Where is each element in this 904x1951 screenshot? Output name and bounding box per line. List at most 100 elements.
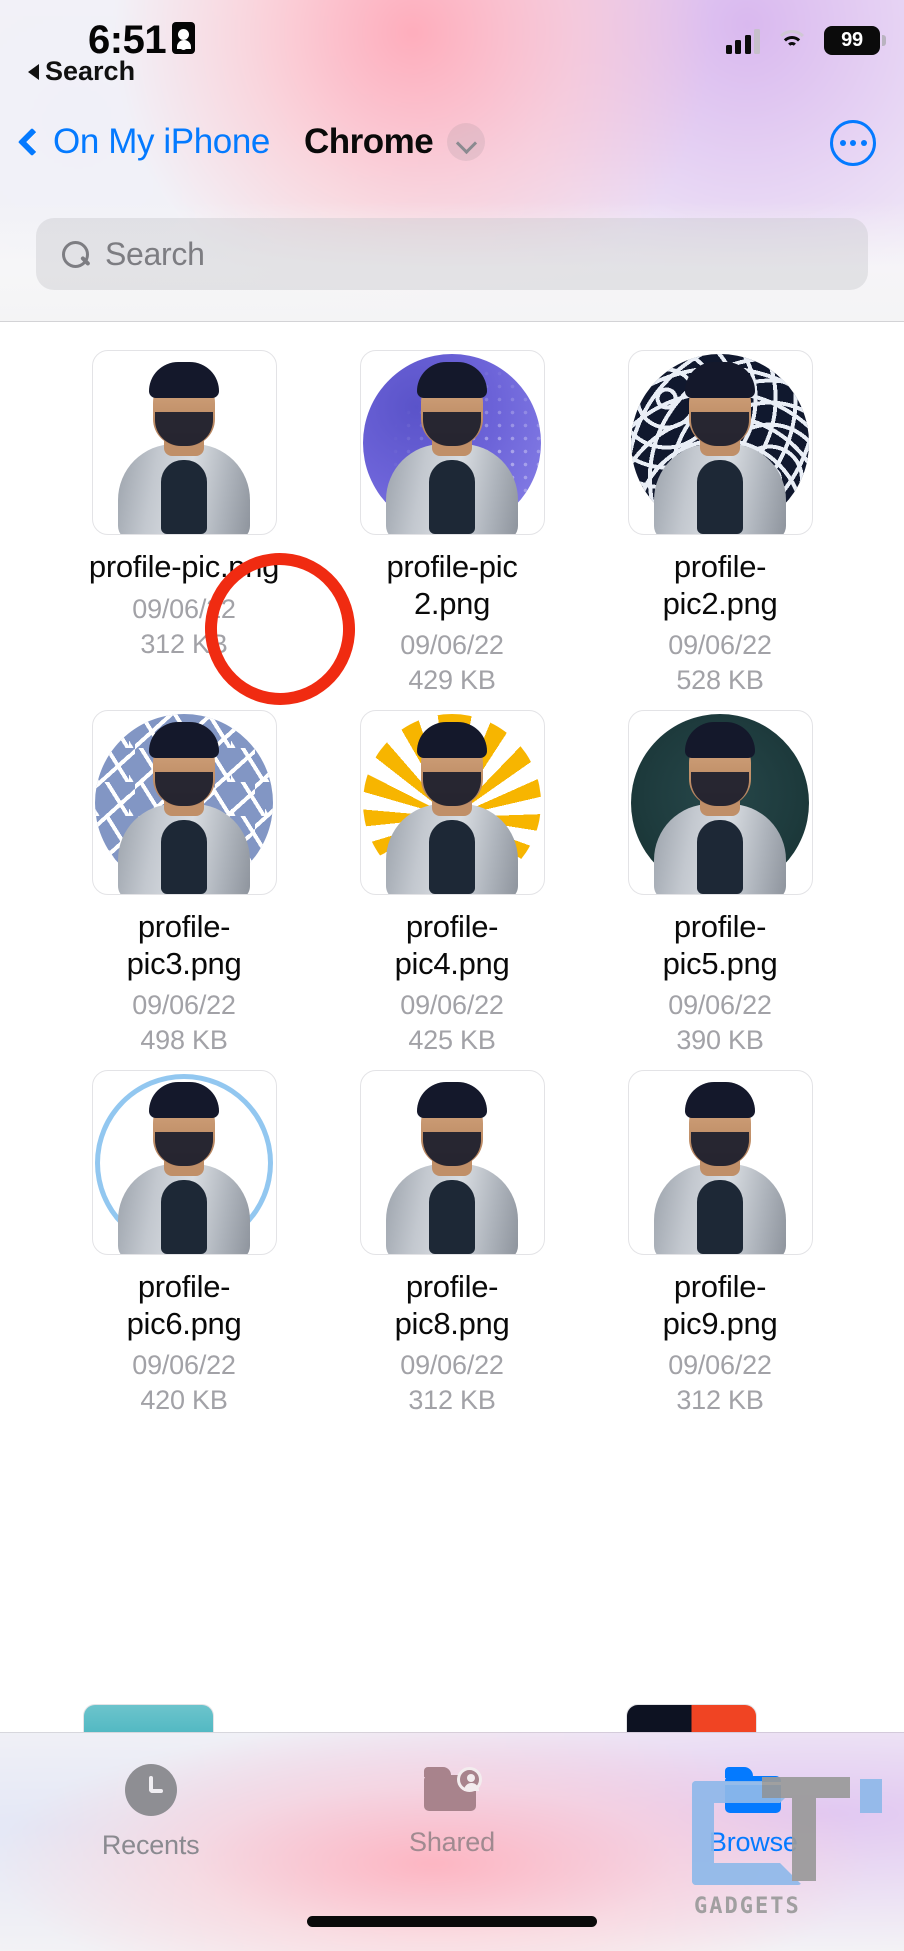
thumbnail-partial-1[interactable] xyxy=(83,1704,214,1732)
file-grid: profile-pic.png 09/06/22 312 KB profile-pi… xyxy=(0,322,904,1732)
battery-level: 99 xyxy=(841,29,863,51)
file-item[interactable]: profile-pic4.png 09/06/22 425 KB xyxy=(318,710,586,1058)
chevron-left-icon xyxy=(17,127,47,156)
file-name-line: profile- xyxy=(673,909,767,944)
file-name-line: pic6.png xyxy=(126,1305,242,1341)
file-name-line: pic4.png xyxy=(394,945,510,981)
wifi-icon xyxy=(775,28,809,54)
file-name: profile-pic.png xyxy=(66,549,302,586)
file-name: profile-pic5.png xyxy=(602,909,838,982)
watermark-square xyxy=(860,1779,882,1813)
file-meta: 09/06/22 312 KB xyxy=(400,1348,504,1418)
file-date: 09/06/22 xyxy=(132,593,236,624)
file-name-line: profile- xyxy=(405,909,499,944)
back-button[interactable]: On My iPhone xyxy=(17,121,270,162)
file-size: 420 KB xyxy=(140,1385,228,1416)
file-date: 09/06/22 xyxy=(132,990,236,1021)
file-meta: 09/06/22 312 KB xyxy=(132,592,236,662)
navigation-bar: On My iPhone Chrome xyxy=(0,104,904,179)
search-placeholder: Search xyxy=(105,235,205,272)
status-indicators: 99 xyxy=(725,26,886,55)
file-name-line: pic5.png xyxy=(662,945,778,981)
file-thumbnail[interactable] xyxy=(627,1070,813,1255)
file-size: 312 KB xyxy=(140,628,228,659)
file-date: 09/06/22 xyxy=(400,990,504,1021)
file-item[interactable]: profile-pic9.png 09/06/22 312 KB xyxy=(586,1070,854,1418)
file-name-line: profile- xyxy=(673,549,767,584)
file-meta: 09/06/22 429 KB xyxy=(400,628,504,698)
file-item[interactable]: profile-pic 2.png 09/06/22 429 KB xyxy=(318,350,586,698)
tab-shared-label: Shared xyxy=(409,1826,495,1857)
cellular-bars-icon xyxy=(725,28,760,54)
file-name-line: profile- xyxy=(137,1269,231,1304)
home-indicator[interactable] xyxy=(307,1916,597,1927)
file-date: 09/06/22 xyxy=(668,990,772,1021)
location-arrow-icon xyxy=(172,22,195,54)
file-name: profile-pic9.png xyxy=(602,1269,838,1342)
back-to-search-button[interactable]: Search xyxy=(28,56,135,87)
file-item[interactable]: profile-pic5.png 09/06/22 390 KB xyxy=(586,710,854,1058)
file-meta: 09/06/22 390 KB xyxy=(668,988,772,1058)
battery-icon: 99 xyxy=(824,26,886,55)
ellipsis-circle-icon[interactable] xyxy=(830,120,876,166)
file-meta: 09/06/22 420 KB xyxy=(132,1348,236,1418)
search-input[interactable]: Search xyxy=(36,218,868,290)
file-item[interactable]: profile-pic.png 09/06/22 312 KB xyxy=(50,350,318,698)
back-triangle-icon xyxy=(28,63,39,80)
file-thumbnail[interactable] xyxy=(359,1070,545,1255)
file-meta: 09/06/22 498 KB xyxy=(132,988,236,1058)
file-name: profile-pic4.png xyxy=(334,909,570,982)
file-size: 498 KB xyxy=(140,1025,228,1056)
file-name: profile-pic3.png xyxy=(66,909,302,982)
file-item[interactable]: profile-pic2.png 09/06/22 528 KB xyxy=(586,350,854,698)
file-thumbnail[interactable] xyxy=(91,350,277,535)
clock-icon xyxy=(124,1763,177,1816)
file-thumbnail[interactable] xyxy=(91,1070,277,1255)
file-item[interactable]: profile-pic8.png 09/06/22 312 KB xyxy=(318,1070,586,1418)
file-item[interactable]: profile-pic3.png 09/06/22 498 KB xyxy=(50,710,318,1058)
file-thumbnail[interactable] xyxy=(359,710,545,895)
file-thumbnail[interactable] xyxy=(91,710,277,895)
tab-shared[interactable]: Shared xyxy=(301,1766,602,1858)
chevron-down-icon[interactable] xyxy=(447,122,486,161)
file-thumbnail[interactable] xyxy=(627,710,813,895)
tab-recents[interactable]: Recents xyxy=(0,1763,301,1861)
file-date: 09/06/22 xyxy=(668,630,772,661)
search-icon xyxy=(62,240,89,268)
file-date: 09/06/22 xyxy=(400,630,504,661)
file-date: 09/06/22 xyxy=(400,1350,504,1381)
file-name-line: 2.png xyxy=(413,585,491,621)
file-name-line: profile-pic.png xyxy=(88,549,280,584)
page-title: Chrome xyxy=(303,121,434,161)
file-name-line: profile-pic xyxy=(386,549,518,584)
watermark: GADGETS xyxy=(684,1773,884,1923)
file-name-line: profile- xyxy=(137,909,231,944)
file-thumbnail[interactable] xyxy=(627,350,813,535)
watermark-text: GADGETS xyxy=(694,1894,801,1919)
header-divider xyxy=(0,321,904,322)
file-item[interactable]: profile-pic6.png 09/06/22 420 KB xyxy=(50,1070,318,1418)
file-grid-row: profile-pic.png 09/06/22 312 KB profile-pi… xyxy=(50,350,854,698)
status-bar: 6:51 Search 99 xyxy=(0,0,904,104)
file-thumbnail[interactable] xyxy=(359,350,545,535)
shared-folder-icon xyxy=(423,1766,482,1813)
file-name-line: pic3.png xyxy=(126,945,242,981)
file-name: profile-pic8.png xyxy=(334,1269,570,1342)
thumbnail-partial-3[interactable] xyxy=(626,1704,757,1732)
file-size: 312 KB xyxy=(408,1385,496,1416)
file-meta: 09/06/22 425 KB xyxy=(400,988,504,1058)
back-to-search-label: Search xyxy=(45,56,136,86)
file-size: 425 KB xyxy=(408,1025,496,1056)
file-name-line: pic9.png xyxy=(662,1305,778,1341)
file-name-line: pic8.png xyxy=(394,1305,510,1341)
file-size: 390 KB xyxy=(676,1025,764,1056)
file-size: 429 KB xyxy=(408,665,496,696)
file-size: 312 KB xyxy=(676,1385,764,1416)
file-name: profile-pic2.png xyxy=(334,549,570,622)
partial-next-row xyxy=(0,1696,904,1732)
tab-recents-label: Recents xyxy=(101,1829,200,1860)
back-button-label: On My iPhone xyxy=(53,121,270,161)
file-meta: 09/06/22 312 KB xyxy=(668,1348,772,1418)
file-name-line: profile- xyxy=(673,1269,767,1304)
file-grid-row: profile-pic3.png 09/06/22 498 KB profile-p… xyxy=(50,710,854,1058)
